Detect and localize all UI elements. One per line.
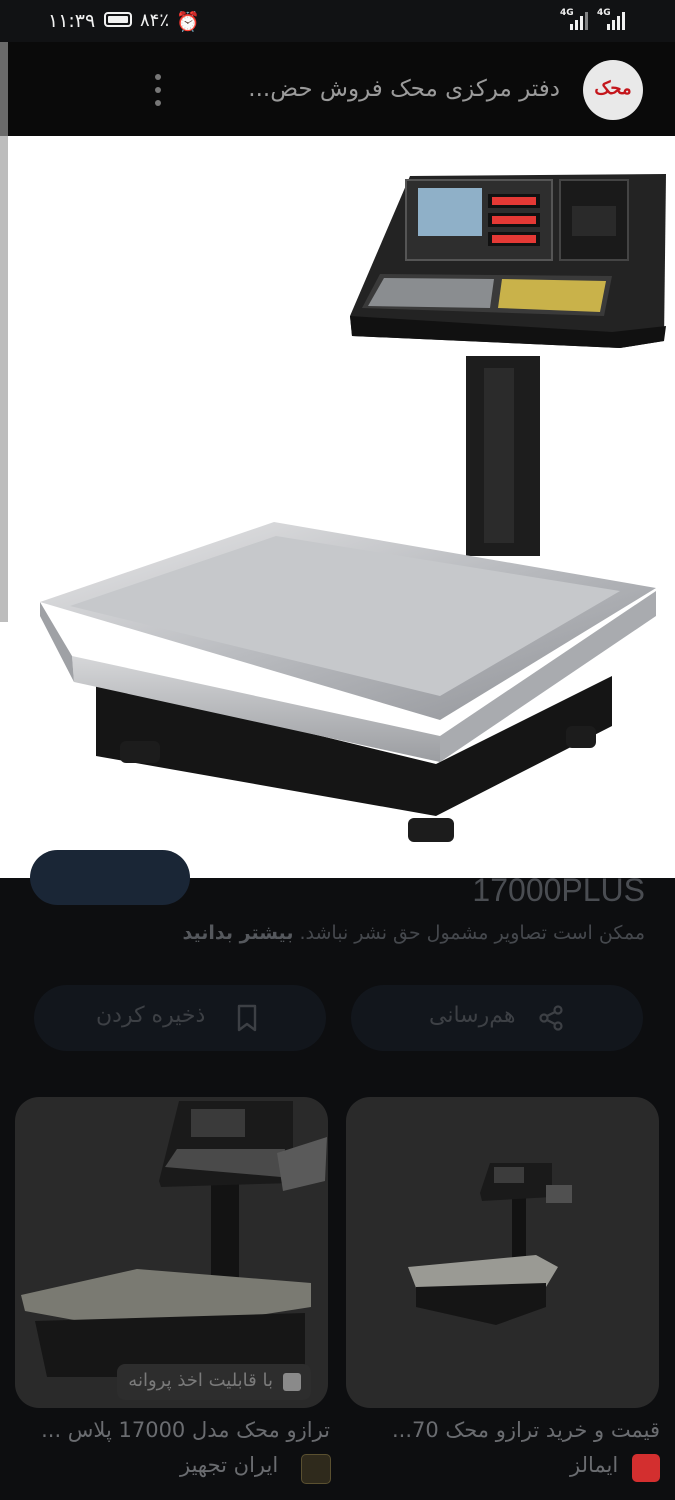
result-card-1-image[interactable] bbox=[346, 1097, 659, 1408]
image-icon bbox=[283, 1373, 301, 1391]
result-title-1[interactable]: قیمت و خرید ترازو محک 70... bbox=[345, 1418, 660, 1442]
result-card-2-image[interactable] bbox=[15, 1097, 328, 1408]
image-scroll-indicator bbox=[0, 136, 8, 622]
license-badge: با قابلیت اخذ پروانه bbox=[117, 1364, 311, 1400]
result-title-2[interactable]: ترازو محک مدل 17000 پلاس ... bbox=[15, 1418, 330, 1442]
status-time: ۱۱:۳۹ bbox=[48, 10, 96, 32]
main-product-image[interactable] bbox=[0, 136, 675, 878]
site-logo[interactable]: محک bbox=[583, 60, 643, 120]
copyright-notice: ممکن است تصاویر مشمول حق نشر نباشد. بیشت… bbox=[100, 922, 645, 944]
copyright-text: ممکن است تصاویر مشمول حق نشر نباشد. bbox=[299, 922, 646, 944]
appbar-edge bbox=[0, 42, 8, 136]
status-bar: ۱۱:۳۹ ۸۴٪ ⏰ 4G 4G bbox=[0, 0, 675, 42]
share-icon bbox=[539, 1005, 563, 1031]
learn-more-link[interactable]: بیشتر بدانید bbox=[183, 922, 294, 944]
scale-thumbnail-icon bbox=[21, 1101, 327, 1377]
alarm-icon: ⏰ bbox=[176, 11, 200, 33]
more-vert-icon[interactable] bbox=[150, 72, 166, 108]
save-button[interactable]: ذخیره کردن bbox=[34, 985, 326, 1051]
share-label: هم‌رسانی bbox=[429, 1003, 516, 1028]
scale-thumbnail-icon bbox=[408, 1163, 572, 1325]
signal-icon-1: 4G bbox=[560, 8, 594, 32]
result-source-1[interactable]: ایمالز bbox=[570, 1453, 618, 1477]
save-label: ذخیره کردن bbox=[96, 1003, 206, 1028]
bookmark-icon bbox=[237, 1004, 257, 1032]
signal-icon-2: 4G bbox=[597, 8, 631, 32]
network-type-2: 4G bbox=[597, 8, 611, 18]
image-caption: 17000PLUS bbox=[472, 872, 645, 908]
result-source-2[interactable]: ایران تجهیز bbox=[180, 1453, 278, 1477]
network-type-1: 4G bbox=[560, 8, 574, 18]
source-logo-icon bbox=[301, 1454, 331, 1484]
license-badge-text: با قابلیت اخذ پروانه bbox=[128, 1370, 273, 1391]
battery-icon bbox=[104, 12, 132, 27]
source-logo-icon bbox=[632, 1454, 660, 1482]
share-button[interactable]: هم‌رسانی bbox=[351, 985, 643, 1051]
visit-button[interactable] bbox=[30, 850, 190, 905]
page-title[interactable]: دفتر مرکزی محک فروش حض... bbox=[225, 76, 560, 102]
site-logo-text: محک bbox=[594, 78, 632, 99]
scale-illustration bbox=[40, 174, 666, 842]
battery-level: ۸۴٪ bbox=[140, 10, 170, 31]
